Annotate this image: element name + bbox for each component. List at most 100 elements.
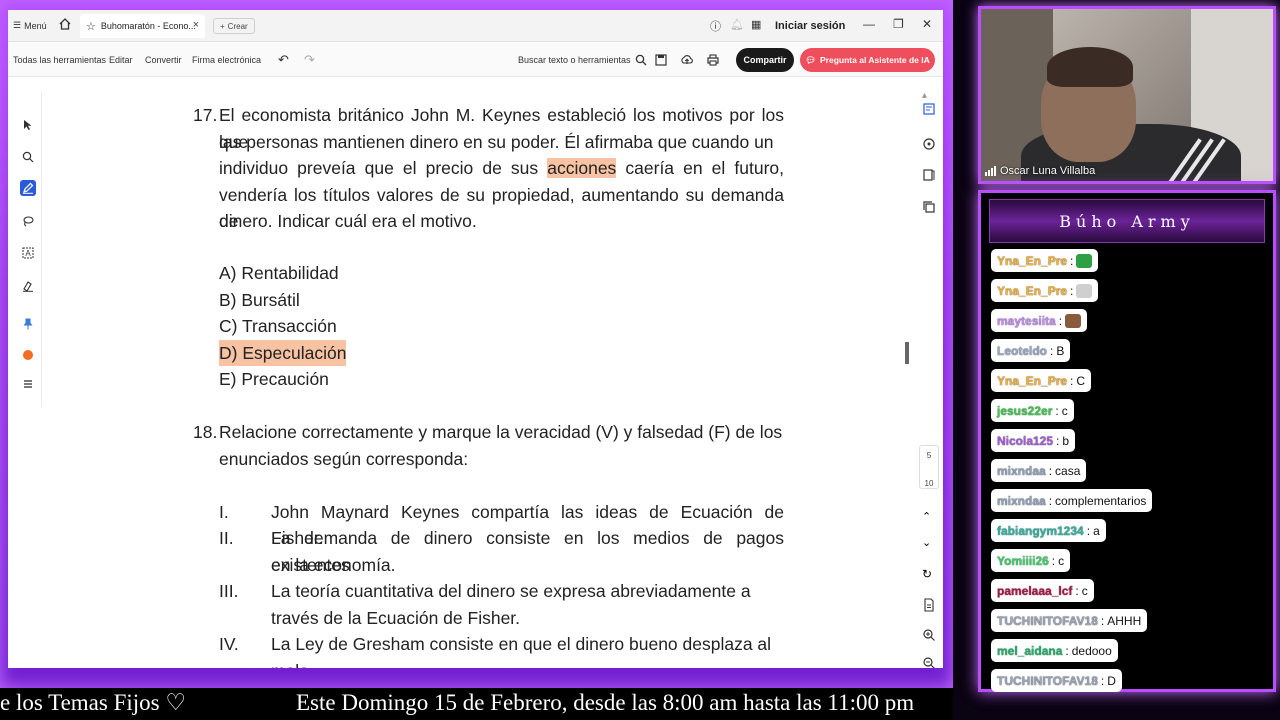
statement-line: malo. [271,658,784,669]
text-box-icon[interactable]: A [20,245,36,261]
chat-message: TUCHINITOFAV18 : D [991,669,1122,692]
lasso-icon[interactable] [20,213,36,229]
chat-username[interactable]: Nicola125 [997,434,1053,448]
comment-icon[interactable] [922,137,936,151]
chat-separator: : [1070,283,1074,298]
chat-username[interactable]: mixndaa [997,494,1046,508]
color-picker-icon[interactable] [20,347,36,363]
chat-username[interactable]: Leoteldo [997,344,1047,358]
undo-icon[interactable]: ↶ [278,52,289,68]
apps-grid-icon[interactable]: ▦ [751,18,761,31]
share-button[interactable]: Compartir [736,48,794,72]
chat-separator: : [1086,523,1091,538]
esign-link[interactable]: Firma electrónica [192,55,261,65]
zoom-in-icon[interactable] [922,628,936,642]
menu-button[interactable]: ☰ Menú [13,20,47,31]
page-down-icon[interactable]: ⌄ [922,536,936,550]
copy-pages-icon[interactable] [922,200,936,214]
search-icon [635,54,647,66]
pen-annotate-icon[interactable] [20,180,36,196]
chat-username[interactable]: mel_aidana [997,644,1062,658]
statement-line: La Ley de Gresham consiste en que el din… [271,634,772,654]
select-cursor-icon[interactable] [20,117,36,133]
chat-username[interactable]: jesus22er [997,404,1052,418]
ai-summary-icon[interactable] [922,102,936,116]
zoom-out-icon[interactable] [922,656,936,668]
chat-text: b [1062,433,1070,448]
convert-link[interactable]: Convertir [145,55,182,65]
chat-username[interactable]: Yna_En_Pre [997,284,1067,298]
chat-title: Búho Army [989,199,1265,243]
chat-username[interactable]: Yna_En_Pre [997,374,1067,388]
line-text: caería en el futuro, [616,158,784,178]
home-icon[interactable] [58,17,72,31]
chat-username[interactable]: Yomiiii26 [997,554,1049,568]
statement-number: III. [219,581,239,601]
chat-username[interactable]: fabiangym1234 [997,524,1084,538]
current-page[interactable]: 5 [921,451,937,460]
maximize-icon[interactable]: ❐ [893,17,904,31]
chat-username[interactable]: TUCHINITOFAV18 [997,614,1098,628]
all-tools-link[interactable]: Todas las herramientas [13,55,106,65]
chat-separator: : [1056,433,1060,448]
chat-text: c [1061,403,1068,418]
chat-message: Leoteldo : B [991,339,1071,362]
chat-username[interactable]: Yna_En_Pre [997,254,1067,268]
plus-icon: + [220,21,225,31]
ticker-text-left: e los Temas Fijos ♡ [0,690,186,715]
right-tool-rail: ▴ 5 10 ⌃ ⌄ ↻ [918,90,940,668]
pin-icon[interactable] [20,316,36,332]
refresh-icon[interactable]: ↻ [922,567,936,581]
participant-label: Oscar Luna Villalba [985,165,1095,177]
question-line: individuo preveía que el precio de sus a… [219,155,784,182]
answer-option-d-highlighted: D) Especulación [219,339,347,366]
page-up-icon[interactable]: ⌃ [922,510,936,524]
pdf-app-window: ☰ Menú ☆ Buhomaratón - Econo... × + Crea… [8,10,943,668]
chat-message: maytesiita : [991,309,1088,332]
save-icon[interactable] [654,53,668,67]
tab-title: Buhomaratón - Econo... [100,21,196,31]
chat-text: c [1081,583,1088,598]
chat-username[interactable]: maytesiita [997,314,1056,328]
sign-pen-icon[interactable] [20,278,36,294]
chat-text: a [1093,523,1100,538]
chat-username[interactable]: TUCHINITOFAV18 [997,674,1098,688]
star-icon[interactable]: ☆ [86,20,96,33]
chat-emote-icon [1065,313,1082,328]
bell-icon[interactable]: 🔔︎ [730,18,744,31]
ai-assistant-button[interactable]: 💬︎ Pregunta al Asistente de IA [800,48,935,72]
redo-icon[interactable]: ↷ [304,52,315,68]
answer-option-b: B) Bursátil [219,289,300,310]
chat-username[interactable]: mixndaa [997,464,1046,478]
edit-link[interactable]: Editar [109,55,133,65]
chat-text: c [1058,553,1065,568]
signin-link[interactable]: Iniciar sesión [775,20,845,32]
chat-username[interactable]: pamelaaa_lcf [997,584,1072,598]
chat-panel: Búho Army Yna_En_Pre : Yna_En_Pre : mayt… [978,190,1276,692]
print-icon[interactable] [706,53,720,67]
document-icon[interactable] [922,598,936,612]
search-tools[interactable]: Buscar texto o herramientas [518,54,647,66]
minimize-icon[interactable]: — [863,17,875,31]
upload-cloud-icon[interactable] [680,53,694,67]
title-bar: ☰ Menú ☆ Buhomaratón - Econo... × + Crea… [8,10,943,42]
help-icon[interactable]: ⓘ [710,18,721,34]
new-tab-button[interactable]: + Crear [213,18,255,34]
chat-separator: : [1065,643,1069,658]
chat-message: Yna_En_Pre : [991,249,1099,272]
window-close-icon[interactable]: ✕ [922,17,932,31]
chat-separator: : [1100,673,1105,688]
close-tab-icon[interactable]: × [193,19,199,31]
chat-text: C [1076,373,1086,388]
scrollbar-thumb[interactable] [905,342,909,364]
chat-message: Yna_En_Pre : [991,279,1099,302]
chat-separator: : [1051,553,1056,568]
chat-separator: : [1048,463,1053,478]
chat-separator: : [1055,403,1059,418]
statement-line: en la economía. [271,554,396,575]
chat-text: B [1056,343,1065,358]
document-tab[interactable]: ☆ Buhomaratón - Econo... × [80,14,205,38]
zoom-tool-icon[interactable] [20,149,36,165]
bookmark-icon[interactable] [922,168,936,182]
more-menu-icon[interactable] [20,376,36,392]
